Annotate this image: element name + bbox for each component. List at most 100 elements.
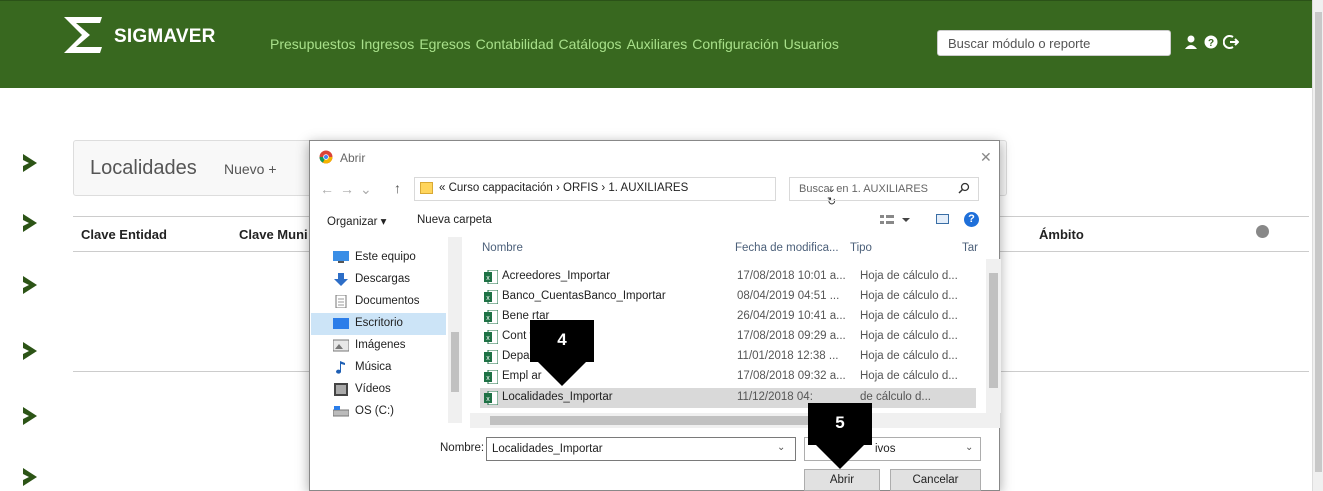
chevron-right-icon[interactable]	[20, 152, 40, 174]
nav-configuracion[interactable]: Configuración	[692, 36, 778, 52]
nav-descargas[interactable]: Descargas	[311, 269, 446, 291]
brand-logo[interactable]: SIGMAVER	[60, 13, 216, 57]
view-options-icon[interactable]	[880, 213, 920, 227]
music-icon	[336, 361, 345, 374]
sigmaver-logo-icon	[64, 17, 102, 53]
address-row: ←→⌄ ↑ « Curso cappacitación › ORFIS › 1.…	[310, 177, 999, 208]
nav-ingresos[interactable]: Ingresos	[361, 36, 415, 52]
download-icon	[334, 273, 348, 286]
nav-catalogos[interactable]: Catálogos	[559, 36, 622, 52]
col-tamano[interactable]: Tar	[962, 242, 978, 254]
chevron-right-icon[interactable]	[20, 340, 40, 362]
help-icon[interactable]: ?	[1203, 34, 1219, 50]
nav-musica[interactable]: Música	[311, 357, 446, 379]
module-search-input[interactable]: Buscar módulo o reporte	[937, 30, 1171, 56]
video-icon	[334, 383, 348, 396]
page-title: Localidades	[90, 157, 197, 179]
col-ambito[interactable]: Ámbito	[1039, 227, 1084, 242]
nav-imagenes[interactable]: Imágenes	[311, 335, 446, 357]
brand-name: SIGMAVER	[114, 26, 216, 47]
svg-text:x: x	[486, 315, 490, 322]
computer-icon	[333, 251, 349, 263]
nav-este-equipo[interactable]: Este equipo	[311, 247, 446, 269]
nav-escritorio[interactable]: Escritorio	[311, 313, 446, 335]
chevron-down-icon[interactable]: ⌄	[777, 442, 785, 453]
chevron-right-icon[interactable]	[20, 466, 40, 488]
nav-egresos[interactable]: Egresos	[419, 36, 470, 52]
new-folder-button[interactable]: Nueva carpeta	[417, 214, 492, 226]
logout-icon[interactable]	[1223, 34, 1239, 50]
open-file-dialog: Abrir ✕ ←→⌄ ↑ « Curso cappacitación › OR…	[309, 140, 1001, 491]
drive-icon	[333, 406, 349, 417]
file-list-header: Nombre Fecha de modifica... Tipo Tar	[470, 233, 986, 259]
desktop-icon	[333, 318, 349, 329]
chevron-down-icon[interactable]: ⌄	[965, 442, 973, 453]
nav-videos[interactable]: Vídeos	[311, 379, 446, 401]
excel-file-icon: x	[484, 310, 498, 324]
file-row[interactable]: x Banco_CuentasBanco_Importar 08/04/2019…	[480, 287, 976, 307]
filename-input[interactable]: Localidades_Importar ⌄	[486, 437, 796, 461]
document-icon	[335, 295, 347, 308]
nav-contabilidad[interactable]: Contabilidad	[476, 36, 554, 52]
step-callout: 5	[808, 403, 872, 483]
svg-text:x: x	[486, 295, 490, 302]
excel-file-icon: x	[484, 270, 498, 284]
excel-file-icon: x	[484, 350, 498, 364]
nav-usuarios[interactable]: Usuarios	[784, 36, 839, 52]
svg-text:x: x	[486, 355, 490, 362]
nav-presupuestos[interactable]: Presupuestos	[270, 36, 356, 52]
nav-auxiliares[interactable]: Auxiliares	[627, 36, 688, 52]
help-icon[interactable]: ?	[964, 212, 979, 227]
step-number: 5	[835, 413, 845, 432]
nav-os-c[interactable]: OS (C:)	[311, 401, 446, 423]
main-nav: Presupuestos Ingresos Egresos Contabilid…	[270, 36, 839, 52]
svg-text:?: ?	[1208, 38, 1214, 49]
up-folder-icon[interactable]: ↑	[394, 180, 401, 196]
nav-documentos[interactable]: Documentos	[311, 291, 446, 313]
search-icon	[958, 182, 970, 194]
top-navbar: SIGMAVER Presupuestos Ingresos Egresos C…	[0, 0, 1312, 88]
excel-file-icon: x	[484, 290, 498, 304]
cancel-button[interactable]: Cancelar	[890, 469, 981, 491]
preview-pane-icon[interactable]	[936, 214, 949, 224]
address-bar[interactable]: « Curso cappacitación › ORFIS › 1. AUXIL…	[414, 177, 836, 208]
col-fecha[interactable]: Fecha de modifica...	[735, 242, 839, 254]
col-tipo[interactable]: Tipo	[850, 242, 872, 254]
address-path: « Curso cappacitación › ORFIS › 1. AUXIL…	[439, 182, 689, 194]
step-callout: 4	[530, 320, 594, 400]
column-filter-icon[interactable]	[1256, 225, 1269, 238]
back-forward-icon[interactable]: ←→⌄	[320, 181, 378, 198]
organize-menu[interactable]: Organizar ▾	[327, 214, 386, 228]
col-nombre[interactable]: Nombre	[482, 242, 523, 254]
filename-label: Nombre:	[440, 442, 485, 454]
new-button[interactable]: Nuevo +	[224, 161, 277, 177]
file-row[interactable]: x Acreedores_Importar 17/08/2018 10:01 a…	[480, 267, 976, 287]
chevron-right-icon[interactable]	[20, 405, 40, 427]
svg-text:x: x	[486, 275, 490, 282]
file-list-vscrollbar[interactable]	[986, 259, 1001, 413]
excel-file-icon: x	[484, 391, 498, 405]
navpane-scrollbar[interactable]	[448, 237, 462, 423]
page-scrollbar[interactable]	[1312, 0, 1323, 491]
svg-text:x: x	[486, 335, 490, 342]
excel-file-icon: x	[484, 370, 498, 384]
dialog-toolbar: Organizar ▾ Nueva carpeta ?	[310, 209, 999, 233]
image-icon	[333, 339, 349, 352]
folder-icon	[420, 182, 433, 194]
col-clave-municipio[interactable]: Clave Muni	[239, 227, 308, 242]
chevron-right-icon[interactable]	[20, 274, 40, 296]
chevron-right-icon[interactable]	[20, 212, 40, 234]
excel-file-icon: x	[484, 330, 498, 344]
navigation-pane: Este equipo Descargas Documentos Escrito…	[311, 237, 469, 427]
nav-icons: ?	[1183, 34, 1239, 50]
file-list-hscrollbar[interactable]	[470, 413, 1000, 428]
chrome-icon	[319, 150, 333, 164]
dialog-title: Abrir	[340, 151, 366, 165]
user-icon[interactable]	[1183, 34, 1199, 50]
svg-text:x: x	[486, 375, 490, 382]
folder-search-input[interactable]: Buscar en 1. AUXILIARES	[789, 177, 979, 201]
svg-text:x: x	[486, 396, 490, 403]
step-number: 4	[557, 330, 567, 349]
close-icon[interactable]: ✕	[980, 149, 992, 166]
col-clave-entidad[interactable]: Clave Entidad	[81, 227, 167, 242]
